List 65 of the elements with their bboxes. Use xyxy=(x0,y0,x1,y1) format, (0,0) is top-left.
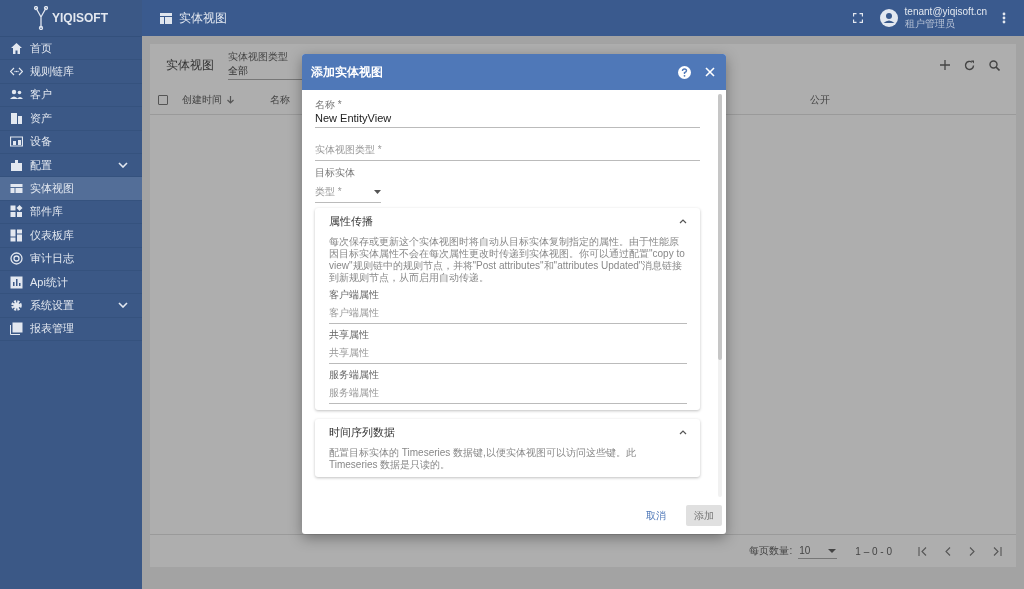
panel-title[interactable]: 时间序列数据 xyxy=(329,424,395,440)
dashboard-icon xyxy=(10,228,23,242)
next-page-icon[interactable] xyxy=(969,546,975,556)
gear-icon xyxy=(10,299,23,312)
attribute-label: 共享属性 xyxy=(329,328,370,342)
people-icon xyxy=(10,88,23,102)
attribute-label: 服务端属性 xyxy=(329,368,380,382)
sidebar-item[interactable]: Api统计 xyxy=(0,270,142,295)
page-size-label: 每页数量: xyxy=(749,544,793,558)
attribute-label: 客户端属性 xyxy=(329,288,380,302)
user-role: 租户管理员 xyxy=(904,17,956,31)
chevron-up-icon[interactable] xyxy=(679,218,687,224)
dropdown-arrow-icon xyxy=(374,190,381,194)
audit-icon xyxy=(10,252,23,266)
logo-text: YIQISOFT xyxy=(52,11,108,25)
help-icon[interactable] xyxy=(678,65,691,79)
view-icon xyxy=(10,182,23,196)
select-all-checkbox[interactable] xyxy=(158,95,168,105)
last-page-icon[interactable] xyxy=(993,546,1002,556)
chart-icon xyxy=(10,275,23,289)
add-icon[interactable] xyxy=(940,60,950,70)
sidebar-item[interactable]: 报表管理 xyxy=(0,317,142,342)
previous-page-icon[interactable] xyxy=(945,546,951,556)
sidebar-item[interactable]: 首页 xyxy=(0,37,142,61)
sidebar-item[interactable]: 资产 xyxy=(0,107,142,131)
avatar-icon[interactable] xyxy=(879,9,898,27)
view-icon xyxy=(160,12,172,24)
page-size-select[interactable]: 10 xyxy=(798,543,838,559)
target-entity-label: 目标实体 xyxy=(315,166,356,180)
sidebar-item[interactable]: 实体视图 xyxy=(0,177,142,201)
search-icon[interactable] xyxy=(989,59,1000,71)
sidebar-item[interactable]: 系统设置 xyxy=(0,294,142,318)
panel-description: 每次保存或更新这个实体视图时将自动从目标实体复制指定的属性。由于性能原因目标实体属性不会在每次属性更改时传递到实体视图。你可以通过配置"copy to view"规则链中的规则节点，并将"Post attributes"和"attributes Updated"消息链接到新规则节点，从而启用自动传递。 xyxy=(329,236,686,284)
more-menu-icon[interactable] xyxy=(1002,12,1006,24)
sort-down-icon xyxy=(227,96,234,104)
list-title: 实体视图 xyxy=(166,56,214,74)
refresh-icon[interactable] xyxy=(964,59,975,71)
close-icon[interactable] xyxy=(705,67,715,77)
fullscreen-icon[interactable] xyxy=(852,13,863,23)
devices-icon xyxy=(10,135,23,149)
sidebar-item[interactable]: 设备 xyxy=(0,130,142,154)
building-icon xyxy=(10,111,23,125)
panel-title[interactable]: 属性传播 xyxy=(329,213,373,229)
sidebar-item[interactable]: 仪表板库 xyxy=(0,224,142,248)
scrollbar[interactable] xyxy=(718,94,722,497)
badge-icon xyxy=(10,158,23,172)
page-range: 1 – 0 - 0 xyxy=(855,545,892,557)
sidebar-item[interactable]: 审计日志 xyxy=(0,247,142,271)
first-page-icon[interactable] xyxy=(918,546,927,556)
name-field[interactable]: 名称 * New EntityView xyxy=(315,98,700,128)
column-header[interactable]: 名称 xyxy=(270,93,290,107)
column-header[interactable]: 公开 xyxy=(810,93,830,107)
dropdown-arrow-icon xyxy=(828,548,837,553)
sidebar-item[interactable]: 规则链库 xyxy=(0,60,142,84)
widgets-icon xyxy=(10,205,23,219)
user-email: tenant@yiqisoft.cn xyxy=(904,5,987,17)
cancel-button[interactable]: 取消 xyxy=(640,507,672,524)
chevron-up-icon[interactable] xyxy=(679,429,687,435)
column-header[interactable]: 创建时间 xyxy=(182,93,234,107)
page-title: 实体视图 xyxy=(179,9,227,27)
sidebar-item[interactable]: 部件库 xyxy=(0,200,142,225)
home-icon xyxy=(10,41,23,55)
sidebar-item[interactable]: 客户 xyxy=(0,83,142,108)
logo-icon xyxy=(34,6,48,30)
panel-description: 配置目标实体的 Timeseries 数据键,以便实体视图可以访问这些键。此 Timeseries 数据是只读的。 xyxy=(329,447,637,471)
